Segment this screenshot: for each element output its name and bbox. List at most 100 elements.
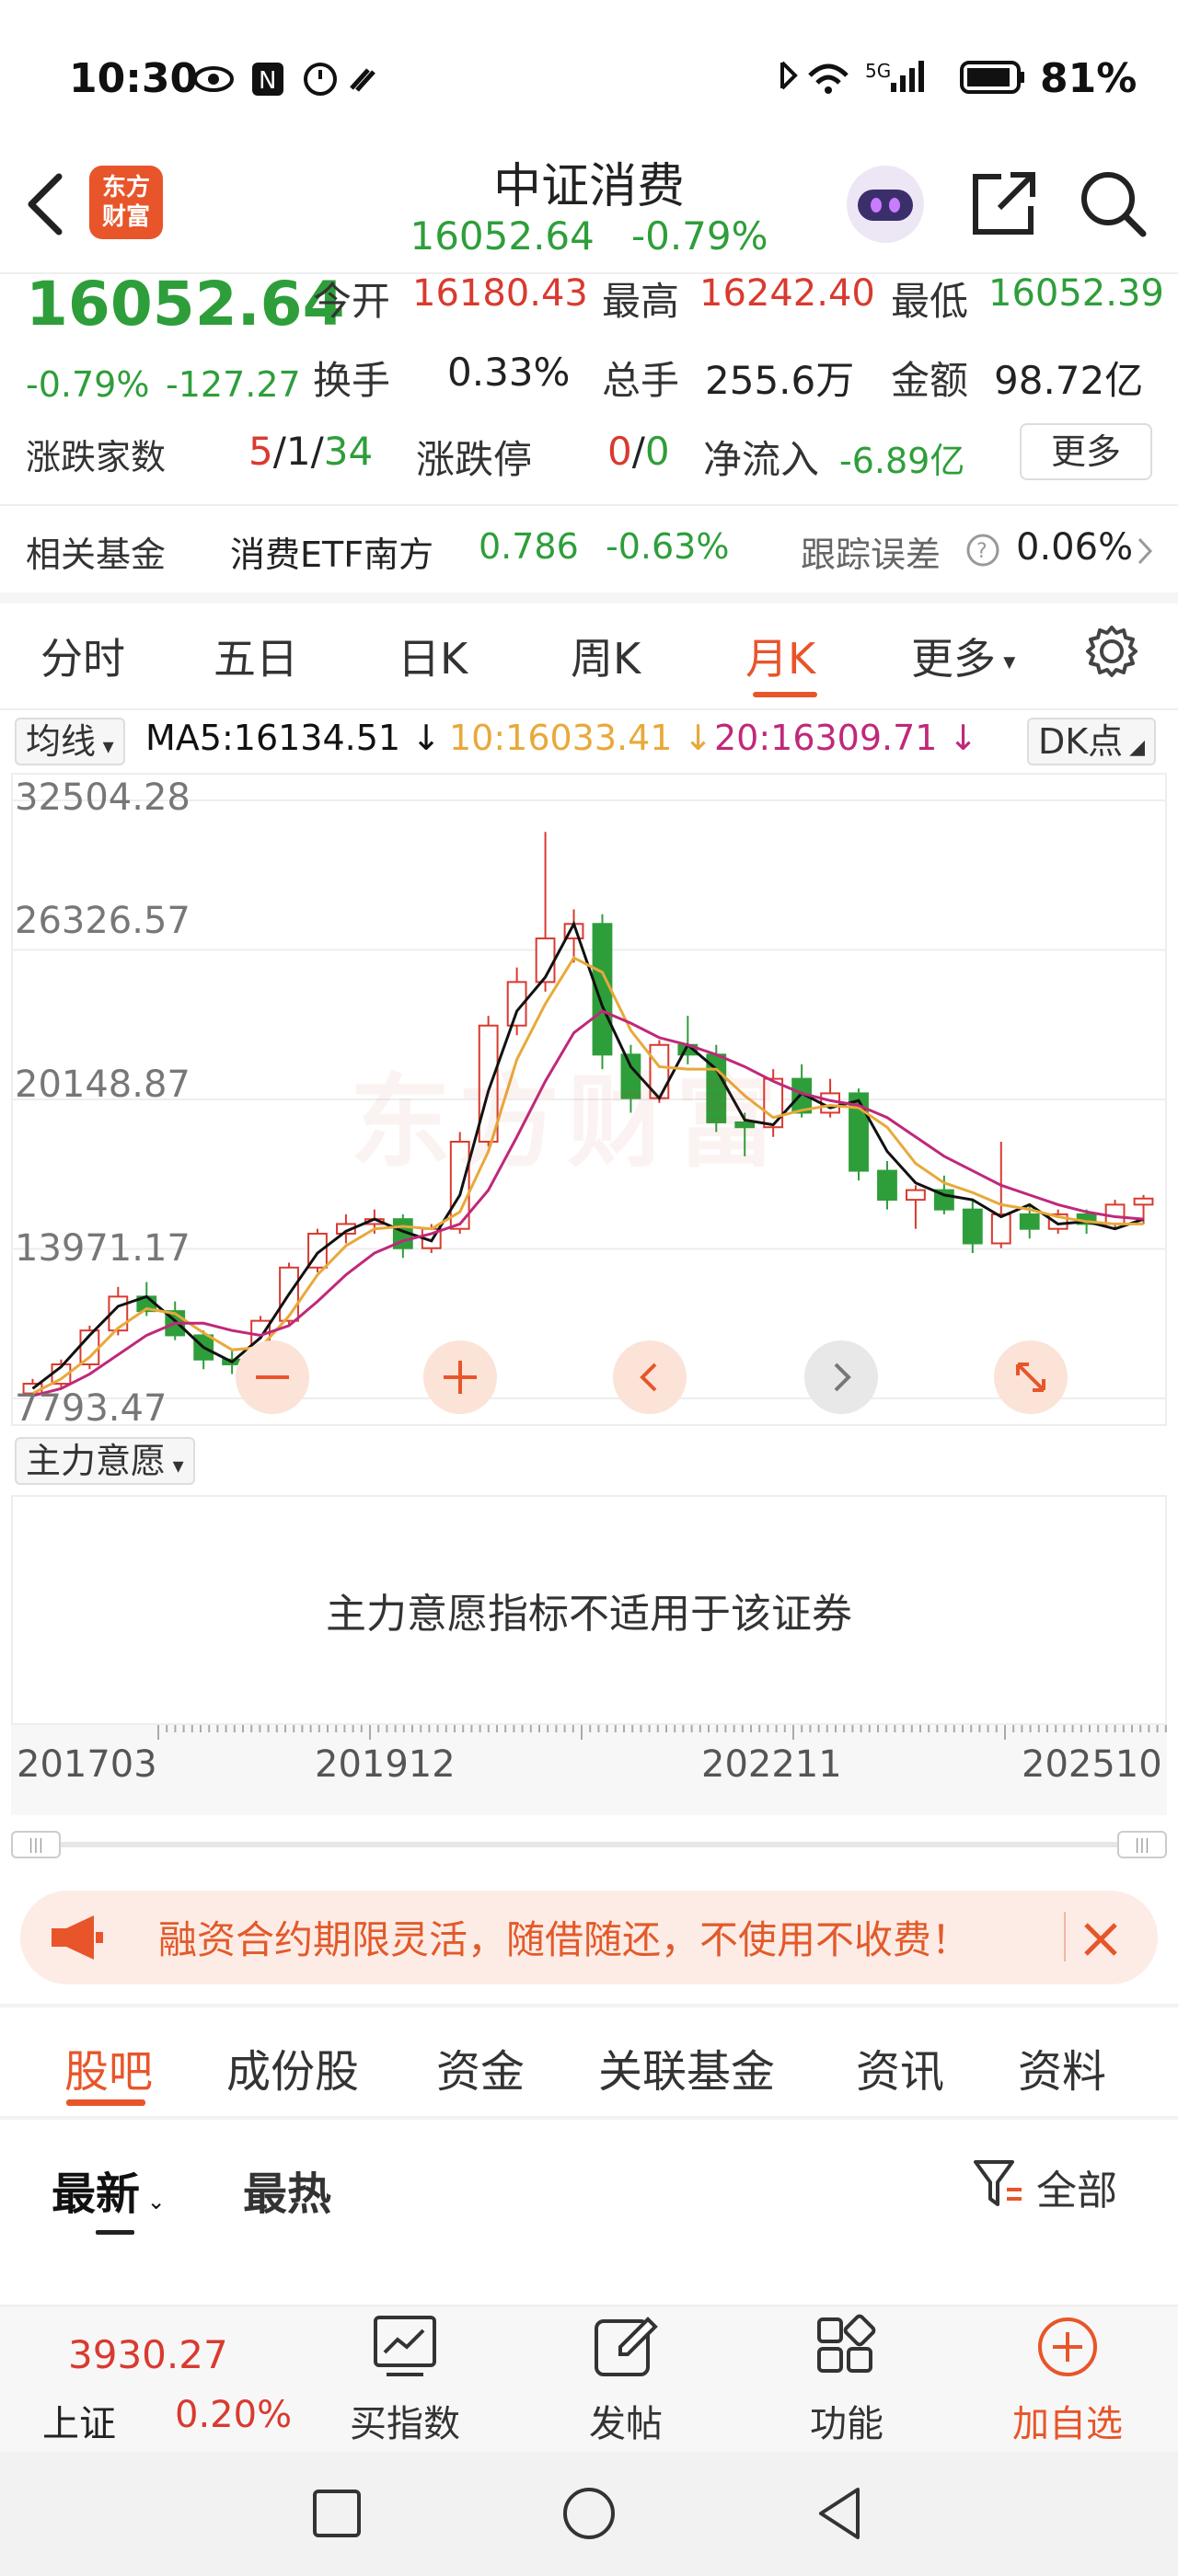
- back-nav-icon[interactable]: [814, 2484, 865, 2543]
- add-watchlist-icon[interactable]: [1034, 2314, 1101, 2380]
- scroll-right-button[interactable]: [804, 1340, 878, 1414]
- zoom-out-button[interactable]: [236, 1340, 309, 1414]
- assistant-robot-icon[interactable]: [843, 162, 928, 247]
- chart-trend-icon[interactable]: [372, 2314, 438, 2380]
- filter-label[interactable]: 全部: [1036, 2157, 1117, 2216]
- candle-body: [1133, 1197, 1154, 1206]
- promo-text: 融资合约期限灵活，随借随还，不使用不收费！: [158, 1917, 971, 1962]
- chevron-left-icon: [640, 1363, 657, 1392]
- gear-icon[interactable]: [1082, 622, 1141, 681]
- tab-forum[interactable]: 股吧: [64, 2035, 153, 2099]
- scroll-left-button[interactable]: [613, 1340, 687, 1414]
- tab-funds-flow[interactable]: 资金: [436, 2035, 525, 2099]
- tracking-label: 跟踪误差: [801, 535, 941, 575]
- fund-price: 0.786: [479, 526, 579, 567]
- divider: [0, 2116, 1178, 2120]
- amount-label: 金额: [891, 358, 969, 403]
- tab-weekly-k[interactable]: 周K: [571, 626, 641, 686]
- x-tick-label: 201912: [315, 1743, 456, 1786]
- function-label[interactable]: 功能: [773, 2394, 920, 2447]
- filter-icon[interactable]: [972, 2156, 1023, 2212]
- tab-more[interactable]: 更多 ▾: [911, 626, 1015, 686]
- ma20-value: 20:16309.71 ↓: [714, 718, 978, 758]
- active-tab-indicator: [753, 692, 817, 697]
- indicator-message: 主力意愿指标不适用于该证券: [326, 1591, 852, 1638]
- y-tick-label: 13971.17: [15, 1227, 191, 1270]
- tab-monthly-k[interactable]: 月K: [745, 626, 815, 686]
- chevron-right-icon: [834, 1363, 851, 1392]
- ma-selector[interactable]: 均线 ▾: [15, 718, 125, 765]
- index-price[interactable]: 3930.27: [68, 2332, 228, 2377]
- range-handle-left[interactable]: |||: [11, 1831, 61, 1858]
- sort-latest[interactable]: 最新 ⌄: [52, 2157, 166, 2222]
- post-label[interactable]: 发帖: [552, 2394, 699, 2447]
- ma10-value: 10:16033.41 ↓: [449, 718, 713, 758]
- open-label: 今开: [313, 279, 391, 324]
- y-tick-label: 26326.57: [15, 900, 191, 942]
- battery-percent: 81%: [1040, 55, 1138, 102]
- home-icon[interactable]: [560, 2484, 618, 2543]
- candle-body: [1019, 1213, 1040, 1230]
- sort-hot[interactable]: 最热: [243, 2157, 331, 2222]
- netflow-label: 净流入: [703, 437, 820, 482]
- indicator-selector[interactable]: 主力意愿 ▾: [15, 1437, 195, 1485]
- x-tick-label: 202211: [701, 1743, 842, 1786]
- limit-counts: 0/0: [607, 429, 670, 474]
- divider: [0, 504, 1178, 506]
- add-watchlist-label[interactable]: 加自选: [994, 2394, 1141, 2447]
- candle-body: [877, 1169, 897, 1202]
- dk-point-selector[interactable]: DK点 ◢: [1027, 718, 1157, 765]
- tab-intraday[interactable]: 分时: [40, 626, 125, 686]
- edit-post-icon[interactable]: [593, 2314, 659, 2380]
- range-slider[interactable]: ||| |||: [11, 1831, 1167, 1858]
- y-tick-label: 20148.87: [15, 1064, 191, 1106]
- limit-label: 涨跌停: [416, 437, 533, 482]
- tracking-value: 0.06%: [1016, 526, 1134, 569]
- tab-related-funds[interactable]: 关联基金: [598, 2035, 775, 2099]
- amount-value: 98.72亿: [994, 358, 1144, 403]
- volume-value: 255.6万: [705, 358, 855, 403]
- buy-index-label[interactable]: 买指数: [331, 2394, 479, 2447]
- help-icon[interactable]: ?: [964, 532, 1001, 569]
- candle-body: [990, 1213, 1011, 1245]
- open-value: 16180.43: [412, 272, 588, 315]
- status-time: 10:30: [69, 55, 199, 102]
- high-label: 最高: [602, 279, 680, 324]
- sort-active-indicator: [96, 2230, 134, 2235]
- grid-function-icon[interactable]: [814, 2314, 880, 2380]
- svg-text:?: ?: [976, 540, 987, 563]
- watermark: 东方财富: [350, 1064, 784, 1181]
- x-tick-label: 202510: [1022, 1743, 1162, 1786]
- section-gap: [0, 592, 1178, 604]
- y-tick-label: 7793.47: [15, 1387, 167, 1430]
- divider: [0, 2004, 1178, 2007]
- zoom-in-button[interactable]: [423, 1340, 497, 1414]
- search-icon[interactable]: [1077, 167, 1150, 241]
- index-name[interactable]: 上证: [42, 2394, 116, 2447]
- index-change[interactable]: 0.20%: [175, 2394, 292, 2436]
- chevron-right-icon: [1138, 537, 1153, 565]
- recent-apps-icon[interactable]: [311, 2488, 363, 2539]
- netflow-value: -6.89亿: [839, 441, 965, 481]
- close-icon[interactable]: [1079, 1917, 1123, 1961]
- active-subtab-indicator: [66, 2099, 145, 2106]
- tab-five-day[interactable]: 五日: [214, 626, 298, 686]
- fund-label: 相关基金: [26, 535, 167, 575]
- tab-news[interactable]: 资讯: [856, 2035, 944, 2099]
- fullscreen-button[interactable]: [994, 1340, 1068, 1414]
- change-pct: -0.79%: [26, 364, 150, 405]
- status-bar: 10:30 N 5G 81%: [0, 0, 1178, 156]
- more-quote-button[interactable]: 更多: [1020, 423, 1152, 480]
- x-axis-area: [11, 1725, 1167, 1815]
- related-fund-row[interactable]: [0, 508, 1178, 592]
- signal-wifi-battery-icon: 5G: [780, 60, 1024, 94]
- tab-constituents[interactable]: 成份股: [226, 2035, 359, 2099]
- tab-profile[interactable]: 资料: [1018, 2035, 1106, 2099]
- low-value: 16052.39: [988, 272, 1164, 315]
- tab-daily-k[interactable]: 日K: [398, 626, 468, 686]
- range-handle-right[interactable]: |||: [1117, 1831, 1167, 1858]
- current-price: 16052.64: [26, 269, 345, 339]
- candle-body: [962, 1208, 983, 1245]
- share-icon[interactable]: [968, 167, 1042, 241]
- x-axis-ticks: [157, 1725, 1167, 1740]
